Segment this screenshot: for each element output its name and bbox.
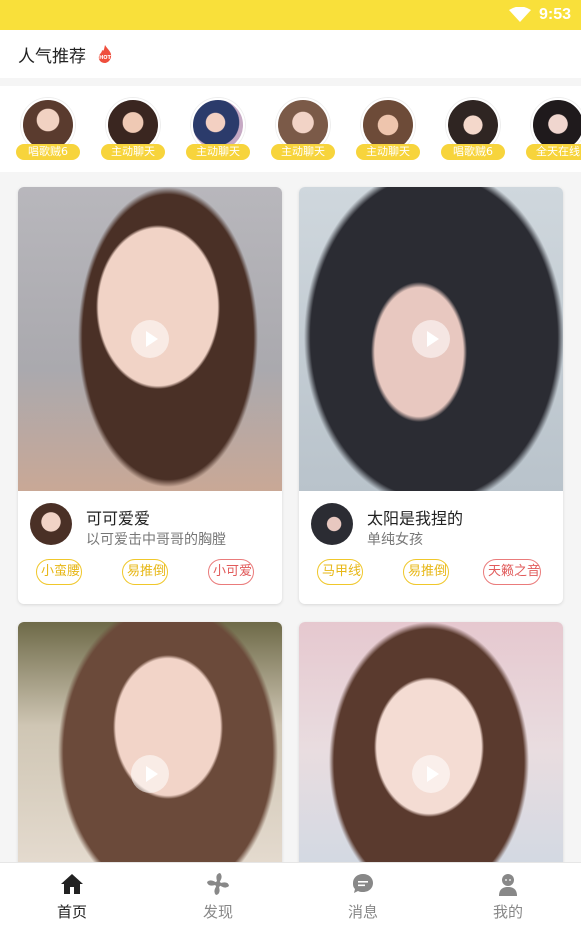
nav-label: 发现 <box>202 903 233 921</box>
tag: 小可爱 <box>208 559 254 585</box>
nav-label: 我的 <box>492 903 523 921</box>
recommend-label: 唱歌贼6 <box>16 144 80 160</box>
nav-label: 消息 <box>347 903 378 921</box>
play-button[interactable] <box>412 755 450 793</box>
avatar[interactable] <box>311 503 353 545</box>
nav-label: 首页 <box>56 903 87 921</box>
video-thumbnail[interactable] <box>18 622 282 882</box>
recommend-item[interactable]: 主动聊天 <box>271 98 335 162</box>
recommend-item[interactable]: 唱歌贼6 <box>16 98 80 162</box>
tag: 马甲线 <box>317 559 363 585</box>
recommend-label: 主动聊天 <box>356 144 420 160</box>
chat-bubble-icon <box>353 874 373 893</box>
avatar[interactable] <box>30 503 72 545</box>
recommend-label: 主动聊天 <box>186 144 250 160</box>
user-icon <box>499 874 517 896</box>
nav-profile[interactable]: 我的 <box>468 871 548 925</box>
wifi-icon <box>508 7 531 22</box>
status-bar: 9:53 <box>0 0 581 30</box>
card-name: 太阳是我捏的 <box>367 509 464 528</box>
card-subtitle: 单纯女孩 <box>367 532 423 548</box>
tag-list: 马甲线 易推倒 天籁之音 <box>317 559 553 585</box>
card-name: 可可爱爱 <box>86 509 151 528</box>
svg-text:HOT: HOT <box>99 55 111 61</box>
hot-flame-icon: HOT <box>98 45 112 63</box>
play-icon <box>426 766 439 782</box>
nav-messages[interactable]: 消息 <box>323 871 403 925</box>
tag: 天籁之音 <box>483 559 541 585</box>
status-time: 9:53 <box>538 6 571 23</box>
recommend-item[interactable]: 唱歌贼6 <box>441 98 505 162</box>
play-icon <box>426 331 439 347</box>
recommend-label: 全天在线 <box>526 144 581 160</box>
recommend-item[interactable]: 主动聊天 <box>186 98 250 162</box>
video-card[interactable] <box>299 622 563 882</box>
home-icon <box>61 874 83 894</box>
recommend-label: 主动聊天 <box>101 144 165 160</box>
nav-home[interactable]: 首页 <box>32 871 112 925</box>
video-card[interactable] <box>18 622 282 882</box>
recommend-label: 主动聊天 <box>271 144 335 160</box>
tag-list: 小蛮腰 易推倒 小可爱 <box>36 559 272 585</box>
video-card[interactable]: 可可爱爱 以可爱击中哥哥的胸膛 小蛮腰 易推倒 小可爱 <box>18 187 282 604</box>
tag: 易推倒 <box>122 559 168 585</box>
pinwheel-icon <box>207 873 229 895</box>
recommend-item[interactable]: 全天在线 <box>526 98 581 162</box>
card-subtitle: 以可爱击中哥哥的胸膛 <box>86 532 226 548</box>
recommend-item[interactable]: 主动聊天 <box>101 98 165 162</box>
play-icon <box>145 331 158 347</box>
play-button[interactable] <box>412 320 450 358</box>
play-button[interactable] <box>131 320 169 358</box>
play-button[interactable] <box>131 755 169 793</box>
section-title: 人气推荐 <box>18 46 86 67</box>
tag: 小蛮腰 <box>36 559 82 585</box>
video-card[interactable]: 太阳是我捏的 单纯女孩 马甲线 易推倒 天籁之音 <box>299 187 563 604</box>
nav-discover[interactable]: 发现 <box>178 871 258 925</box>
bottom-nav: 首页 发现 消息 我的 <box>0 862 581 930</box>
recommend-item[interactable]: 主动聊天 <box>356 98 420 162</box>
section-header: 人气推荐 HOT <box>0 30 581 78</box>
recommend-label: 唱歌贼6 <box>441 144 505 160</box>
video-thumbnail[interactable] <box>299 622 563 882</box>
tag: 易推倒 <box>403 559 449 585</box>
recommend-strip[interactable]: 唱歌贼6 主动聊天 主动聊天 主动聊天 主动聊天 唱歌贼6 全天在线 <box>0 86 581 172</box>
play-icon <box>145 766 158 782</box>
